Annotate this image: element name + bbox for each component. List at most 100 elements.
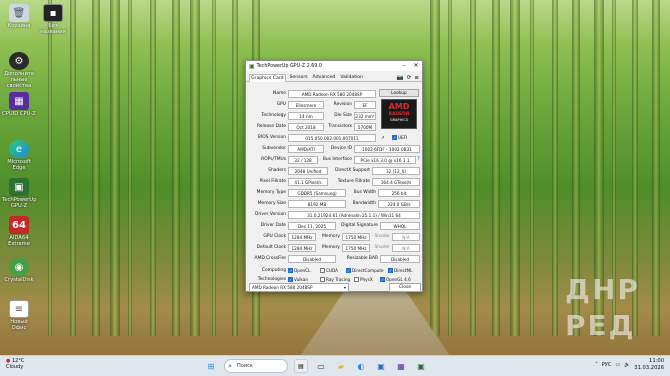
windows-start-icon[interactable]: ⊞: [204, 359, 218, 373]
bamboo-stalk: [492, 0, 500, 336]
checkbox-icon: [320, 268, 325, 273]
row-rops: ROPs/TMUs 32 / 128 Bus Interface PCIe x1…: [261, 155, 420, 164]
camera-icon[interactable]: 📷: [397, 75, 404, 81]
checkbox-icon: ✓: [392, 135, 397, 140]
weather-widget[interactable]: ● 12°C Cloudy: [6, 358, 24, 370]
bamboo-stalk: [430, 0, 440, 336]
bamboo-stalk: [70, 0, 76, 336]
task-view-icon[interactable]: ▭: [314, 359, 328, 373]
desktop-icon-gpuz[interactable]: ▣ TechPowerUp GPU-Z: [2, 178, 36, 209]
defclock-value: 1284 MHz: [288, 243, 316, 252]
bottom-bar: AMD Radeon RX 580 2048SP ▾ Close: [249, 283, 421, 292]
desktop-icon-aida64[interactable]: 64 AIDA64 Extreme: [2, 216, 36, 247]
bamboo-stalk: [212, 0, 216, 336]
checkbox-icon: ✓: [288, 268, 293, 273]
tab-advanced[interactable]: Advanced: [312, 74, 337, 81]
name-value: AMD Radeon RX 580 2048SP: [288, 89, 376, 98]
row-driverver: Driver Version 31.0.21924.61 (Adrenalin …: [246, 210, 424, 219]
amd-radeon-logo: AMD RADEON GRAPHICS: [381, 99, 417, 129]
desktop-icon-edge[interactable]: e Microsoft Edge: [2, 140, 36, 171]
checkbox-icon: [354, 277, 359, 282]
desktop-icon-settings[interactable]: ⚙ Дополните льные свойства: [2, 52, 36, 89]
gpuz-taskbar-icon[interactable]: ▣: [414, 359, 428, 373]
crossfire-value: Disabled: [288, 254, 336, 263]
opencl-checkbox[interactable]: ✓ OpenCL: [288, 266, 310, 275]
uefi-checkbox[interactable]: ✓ UEFI: [392, 133, 407, 142]
bamboo-stalk: [232, 0, 238, 336]
search-box[interactable]: ⌕ Поиск: [224, 359, 288, 373]
cpuz-taskbar-icon[interactable]: ▦: [394, 359, 408, 373]
texturefill-value: 164.4 GTexel/s: [372, 177, 420, 186]
network-icon[interactable]: ▭: [615, 362, 620, 368]
desktop-icon-crystaldisk[interactable]: ◉ CrystalDisk: [2, 258, 36, 283]
gpuz-app-icon: ▣: [249, 62, 255, 70]
rops-value: 32 / 128: [288, 155, 318, 164]
close-window-button[interactable]: ✕: [410, 61, 422, 71]
share-icon[interactable]: ↗: [381, 133, 385, 142]
cuda-checkbox[interactable]: CUDA: [320, 266, 338, 275]
chevron-up-icon[interactable]: ˄: [595, 362, 598, 368]
store-icon[interactable]: ▣: [374, 359, 388, 373]
document-icon: ≡: [9, 300, 29, 318]
memsize-value: 8192 MB: [288, 199, 346, 208]
desktop-icon-document[interactable]: ≡ Новый Офис: [2, 300, 36, 331]
menu-icon[interactable]: ≡: [414, 75, 419, 81]
edge-taskbar-icon[interactable]: ◐: [354, 359, 368, 373]
crystaldisk-icon: ◉: [9, 258, 29, 276]
widget-thumbnail-icon[interactable]: ▤: [294, 359, 308, 373]
row-defclock: Default Clock 1284 MHz Memory 1750 MHz S…: [246, 243, 424, 252]
checkbox-icon: ✓: [288, 277, 293, 282]
edge-icon: e: [9, 140, 29, 158]
defshader-value: N/A: [392, 243, 420, 252]
desktop-icon-untitled[interactable]: ▪ Без названия: [36, 4, 70, 35]
driverver-value: 31.0.21924.61 (Adrenalin 25.1.1) / Win11…: [288, 210, 420, 219]
buswidth-value: 256 bit: [378, 188, 420, 197]
row-name: Name AMD Radeon RX 580 2048SP Lookup: [246, 89, 424, 98]
directcompute-checkbox[interactable]: ✓ DirectCompute: [346, 266, 384, 275]
row-shaders: Shaders 2048 Unified DirectX Support 12 …: [246, 166, 424, 175]
directml-checkbox[interactable]: ✓ DirectML: [388, 266, 412, 275]
digsig-value: WHQL: [380, 221, 420, 230]
cpuz-icon: ▦: [9, 92, 29, 110]
desktop-icon-cpuz[interactable]: ▦ CPUID CPU-Z: [2, 92, 36, 117]
close-button[interactable]: Close: [389, 283, 421, 292]
watermark-logo: ДНР РЕД: [565, 273, 640, 342]
clock[interactable]: 11:00 31.03.2026: [634, 358, 664, 372]
transistors-value: 5700M: [354, 122, 376, 131]
shader-value: N/A: [392, 232, 420, 241]
help-icon[interactable]: ?: [417, 156, 420, 162]
window-title: TechPowerUp GPU-Z 2.69.0: [256, 63, 322, 69]
bamboo-stalk: [128, 0, 132, 336]
gpuclock-value: 1284 MHz: [288, 232, 316, 241]
row-bios: BIOS Version 015.050.002.001.007011 ↗ ✓ U…: [257, 133, 408, 142]
bamboo-stalk: [510, 0, 520, 336]
settings-icon: ⚙: [9, 52, 29, 70]
bamboo-stalk: [448, 0, 452, 336]
gpuz-window: ▣ TechPowerUp GPU-Z 2.69.0 – ✕ Graphics C…: [245, 60, 423, 292]
volume-icon[interactable]: 🔈: [624, 362, 630, 368]
row-fillrate: Pixel Fillrate 41.1 GPixel/s Texture Fil…: [246, 177, 424, 186]
checkbox-icon: [320, 277, 325, 282]
minimize-button[interactable]: –: [398, 61, 410, 71]
driverdate-value: Dec 11, 2025: [288, 221, 336, 230]
tab-graphics-card[interactable]: Graphics Card: [249, 73, 286, 82]
gpuz-titlebar[interactable]: ▣ TechPowerUp GPU-Z 2.69.0 – ✕: [246, 61, 422, 71]
bamboo-stalk: [530, 0, 534, 336]
tab-sensors[interactable]: Sensors: [289, 74, 309, 81]
deviceid-value: 1002 6FDF - 1002 0B31: [354, 144, 420, 153]
shaders-value: 2048 Unified: [288, 166, 328, 175]
desktop-icon-recycle-bin[interactable]: 🗑 Корзина: [2, 4, 36, 29]
row-driverdate: Driver Date Dec 11, 2025 Digital Signatu…: [246, 221, 424, 230]
bandwidth-value: 224.0 GB/s: [378, 199, 420, 208]
tray-lang[interactable]: РУС: [602, 362, 612, 368]
file-explorer-icon[interactable]: ▰: [334, 359, 348, 373]
bamboo-stalk: [172, 0, 180, 336]
gpu-value: Ellesmere: [288, 100, 324, 109]
lookup-button[interactable]: Lookup: [379, 89, 419, 97]
recycle-bin-icon: 🗑: [9, 4, 29, 22]
refresh-icon[interactable]: ⟳: [407, 75, 412, 81]
tab-validation[interactable]: Validation: [339, 74, 364, 81]
directx-value: 12 (12_0): [372, 166, 420, 175]
gpuz-icon: ▣: [9, 178, 29, 196]
card-select[interactable]: AMD Radeon RX 580 2048SP ▾: [249, 283, 349, 292]
